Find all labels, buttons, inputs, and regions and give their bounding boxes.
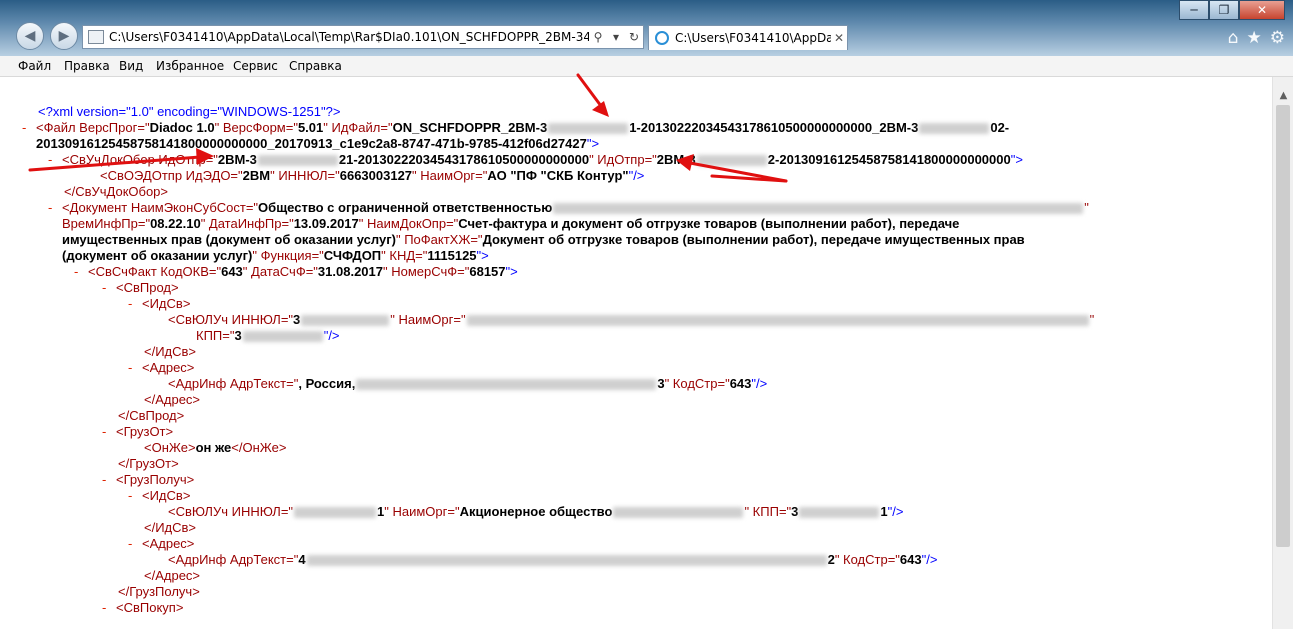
redacted-value (306, 555, 827, 567)
xml-node-file-cont: 20130916125458758141800000000000_2017091… (36, 136, 600, 151)
menu-help[interactable]: Справка (289, 59, 342, 73)
collapse-toggle[interactable]: - (102, 472, 116, 488)
collapse-toggle[interactable]: - (74, 264, 88, 280)
collapse-toggle[interactable]: - (128, 296, 142, 312)
ie-icon (655, 31, 669, 45)
xml-node-file: - <Файл ВерсПрог="Diadoc 1.0" ВерсФорм="5… (22, 120, 1010, 136)
collapse-toggle[interactable]: - (48, 152, 62, 168)
xml-close-gruzpoluch: </ГрузПолуч> (118, 584, 200, 599)
xml-node-svoedotpr: <СвОЭДОтпр ИдЭДО="2BM" ИННЮЛ="6663003127… (100, 168, 645, 183)
search-icon[interactable]: ⚲ (589, 30, 607, 44)
xml-node-adres-2: - <Адрес> (128, 536, 195, 552)
collapse-toggle[interactable]: - (102, 600, 116, 616)
dropdown-icon[interactable]: ▾ (607, 30, 625, 44)
address-url[interactable]: C:\Users\F0341410\AppData\Local\Temp\Rar… (109, 30, 589, 44)
xml-node-svyuluch: <СвЮЛУч ИННЮЛ="3 " НаимОрг=" " (168, 312, 1095, 327)
home-icon[interactable]: ⌂ (1228, 28, 1239, 48)
redacted-value (242, 331, 323, 343)
scroll-up-icon[interactable]: ▲ (1273, 87, 1293, 105)
back-button[interactable]: ◀ (16, 22, 44, 50)
redacted-value (799, 507, 880, 519)
xml-close-svuchdokobor: </СвУчДокОбор> (64, 184, 169, 199)
page-icon (88, 30, 104, 44)
xml-node-svyuluch-2: <СвЮЛУч ИННЮЛ=" 1" НаимОрг="Акционерное о… (168, 504, 904, 519)
gear-icon[interactable]: ⚙ (1270, 28, 1285, 48)
xml-node-svschfakt: - <СвСчФакт КодОКВ="643" ДатаСчФ="31.08.2… (74, 264, 518, 280)
close-window-button[interactable]: ✕ (1239, 0, 1285, 20)
xml-node-adrinf-2: <АдрИнф АдрТекст="4 2" КодСтр="643"/> (168, 552, 938, 567)
xml-node-document-cont3: (документ об оказании услуг)" Функция="С… (62, 248, 489, 263)
menu-edit[interactable]: Правка (64, 59, 110, 73)
xml-node-gruzot: - <ГрузОт> (102, 424, 174, 440)
xml-node-adres: - <Адрес> (128, 360, 195, 376)
xml-node-document: - <Документ НаимЭконСубСост="Общество с о… (48, 200, 1089, 216)
collapse-toggle[interactable]: - (102, 424, 116, 440)
xml-node-svyuluch-cont: КПП="3 "/> (196, 328, 340, 343)
maximize-button[interactable]: ❐ (1209, 0, 1239, 20)
collapse-toggle[interactable]: - (128, 536, 142, 552)
xml-close-svprod: </СвПрод> (118, 408, 185, 423)
xml-close-adres: </Адрес> (144, 392, 201, 407)
collapse-toggle[interactable]: - (128, 488, 142, 504)
menu-favorites[interactable]: Избранное (156, 59, 224, 73)
xml-node-svprod: - <СвПрод> (102, 280, 179, 296)
menu-file[interactable]: Файл (18, 59, 51, 73)
address-bar[interactable]: C:\Users\F0341410\AppData\Local\Temp\Rar… (82, 25, 644, 49)
toolbar-icons: ⌂ ★ ⚙ (1228, 28, 1285, 48)
collapse-toggle[interactable]: - (48, 200, 62, 216)
redacted-value (696, 155, 767, 167)
xml-node-onzhe: <ОнЖе>он же</ОнЖе> (144, 440, 287, 455)
redacted-value (356, 379, 657, 391)
xml-viewer: <?xml version="1.0" encoding="WINDOWS-12… (0, 77, 1272, 629)
redacted-value (613, 507, 744, 519)
tab-close-button[interactable]: ✕ (831, 31, 847, 45)
window-controls: ─ ❐ ✕ (1179, 0, 1285, 20)
collapse-toggle[interactable]: - (22, 120, 36, 136)
scroll-thumb[interactable] (1276, 105, 1290, 547)
xml-node-idsv-2: - <ИдСв> (128, 488, 191, 504)
redacted-value (257, 155, 338, 167)
xml-node-idsv: - <ИдСв> (128, 296, 191, 312)
tab-title: C:\Users\F0341410\AppDat... (675, 31, 831, 45)
minimize-button[interactable]: ─ (1179, 0, 1209, 20)
star-icon[interactable]: ★ (1247, 28, 1262, 48)
menu-tools[interactable]: Сервис (233, 59, 278, 73)
redacted-value (919, 123, 990, 135)
xml-close-idsv: </ИдСв> (144, 344, 197, 359)
collapse-toggle[interactable]: - (128, 360, 142, 376)
menu-bar: Файл Правка Вид Избранное Сервис Справка (0, 56, 1293, 77)
xml-close-idsv-2: </ИдСв> (144, 520, 197, 535)
tab-active[interactable]: C:\Users\F0341410\AppDat... ✕ (648, 25, 848, 50)
xml-declaration: <?xml version="1.0" encoding="WINDOWS-12… (38, 104, 341, 119)
xml-node-gruzpoluch: - <ГрузПолуч> (102, 472, 195, 488)
xml-node-svuchdokobor: - <СвУчДокОбор ИдОтпр="2BM-3 21-2013022203… (48, 152, 1023, 168)
vertical-scrollbar[interactable]: ▲ (1272, 77, 1293, 629)
xml-node-document-cont1: ВремИнфПр="08.22.10" ДатаИнфПр="13.09.20… (62, 216, 960, 231)
xml-close-adres-2: </Адрес> (144, 568, 201, 583)
redacted-value (294, 507, 377, 519)
back-arrow-icon: ◀ (24, 28, 36, 44)
browser-titlebar: ─ ❐ ✕ ◀ ▶ C:\Users\F0341410\AppData\Loca… (0, 0, 1293, 56)
redacted-value (553, 203, 1084, 215)
xml-node-document-cont2: имущественных прав (документ об оказании… (62, 232, 1025, 247)
menu-view[interactable]: Вид (119, 59, 143, 73)
redacted-value (466, 315, 1089, 327)
redacted-value (301, 315, 390, 327)
forward-arrow-icon: ▶ (58, 28, 70, 44)
refresh-icon[interactable]: ↻ (625, 30, 643, 44)
redacted-value (548, 123, 629, 135)
forward-button[interactable]: ▶ (50, 22, 78, 50)
xml-node-svpokup: - <СвПокуп> (102, 600, 184, 616)
xml-node-adrinf: <АдрИнф АдрТекст=", Россия, 3" КодСтр="64… (168, 376, 768, 391)
xml-close-gruzot: </ГрузОт> (118, 456, 179, 471)
collapse-toggle[interactable]: - (102, 280, 116, 296)
